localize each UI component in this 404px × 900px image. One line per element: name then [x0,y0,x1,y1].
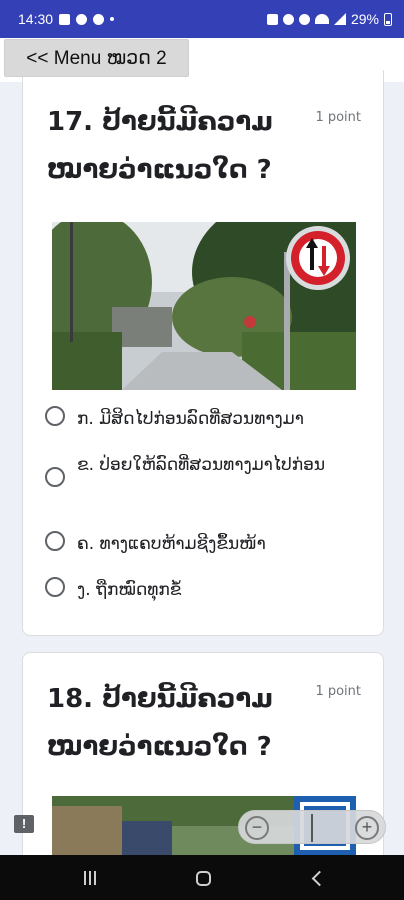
feedback-icon[interactable]: ! [14,815,34,833]
download-notification-icon [93,13,105,25]
battery-percent: 29% [350,11,379,27]
radio-button[interactable] [45,577,65,597]
bluetooth-icon [298,13,310,25]
question-points: 1 point [315,684,361,699]
traffic-sign-photo [52,222,356,390]
answer-option-d[interactable]: ງ. ຖືກໝົດທຸກຂໍ້ [45,575,365,605]
recent-apps-button[interactable] [70,865,110,891]
signal-icon [333,13,346,25]
answer-option-label: ຂ. ປ່ອຍໃຫ້ລົດທີ່ສວນທາງມາໄປກ່ອນ [77,455,326,475]
back-icon [311,870,327,886]
question-card: 17. ປ້າຍນີ້ມີຄວາມໝາຍວ່າແນວໃດ ? 1 point ກ… [22,70,384,636]
more-notifications-icon [110,17,115,21]
system-nav-bar [0,855,404,900]
alarm-icon [266,13,278,25]
radio-button[interactable] [45,467,65,487]
radio-button[interactable] [45,406,65,426]
question-title: 17. ປ້າຍນີ້ມີຄວາມໝາຍວ່າແນວໃດ ? [47,107,274,185]
answer-option-c[interactable]: ຄ. ທາງແຄບຫ້າມຊີງຂຶ້ນໜ້າ [45,529,365,559]
status-bar: 14:30 29% [0,0,404,38]
radio-button[interactable] [45,531,65,551]
zoom-in-button[interactable]: + [355,816,379,840]
vibrate-icon [282,13,294,25]
answer-option-label: ກ. ມີສິດໄປກ່ອນລົດທີ່ສວນທາງມາ [77,409,304,429]
question-title: 18. ປ້າຍນີ້ມີຄວາມໝາຍວ່າແນວໃດ ? [47,684,274,762]
home-icon [195,870,211,886]
question-image [52,222,356,390]
zoom-out-button[interactable]: − [245,816,269,840]
home-button[interactable] [183,865,223,891]
facebook-notification-icon [76,13,88,25]
clock: 14:30 [18,11,54,27]
answer-option-label: ງ. ຖືກໝົດທຸກຂໍ້ [77,580,182,600]
answer-option-a[interactable]: ກ. ມີສິດໄປກ່ອນລົດທີ່ສວນທາງມາ [45,404,365,434]
battery-icon [384,12,392,26]
zoom-control[interactable]: − + [238,810,386,844]
answer-option-b[interactable]: ຂ. ປ່ອຍໃຫ້ລົດທີ່ສວນທາງມາໄປກ່ອນ [45,450,365,487]
wifi-icon [314,14,329,24]
gallery-notification-icon [59,13,71,25]
zoom-slider-thumb[interactable] [311,814,313,842]
menu-button[interactable]: << Menu ໝວດ 2 [4,39,189,77]
back-button[interactable] [297,865,337,891]
question-points: 1 point [315,110,361,125]
recent-apps-icon [84,871,96,885]
answer-option-label: ຄ. ທາງແຄບຫ້າມຊີງຂຶ້ນໜ້າ [77,534,266,554]
